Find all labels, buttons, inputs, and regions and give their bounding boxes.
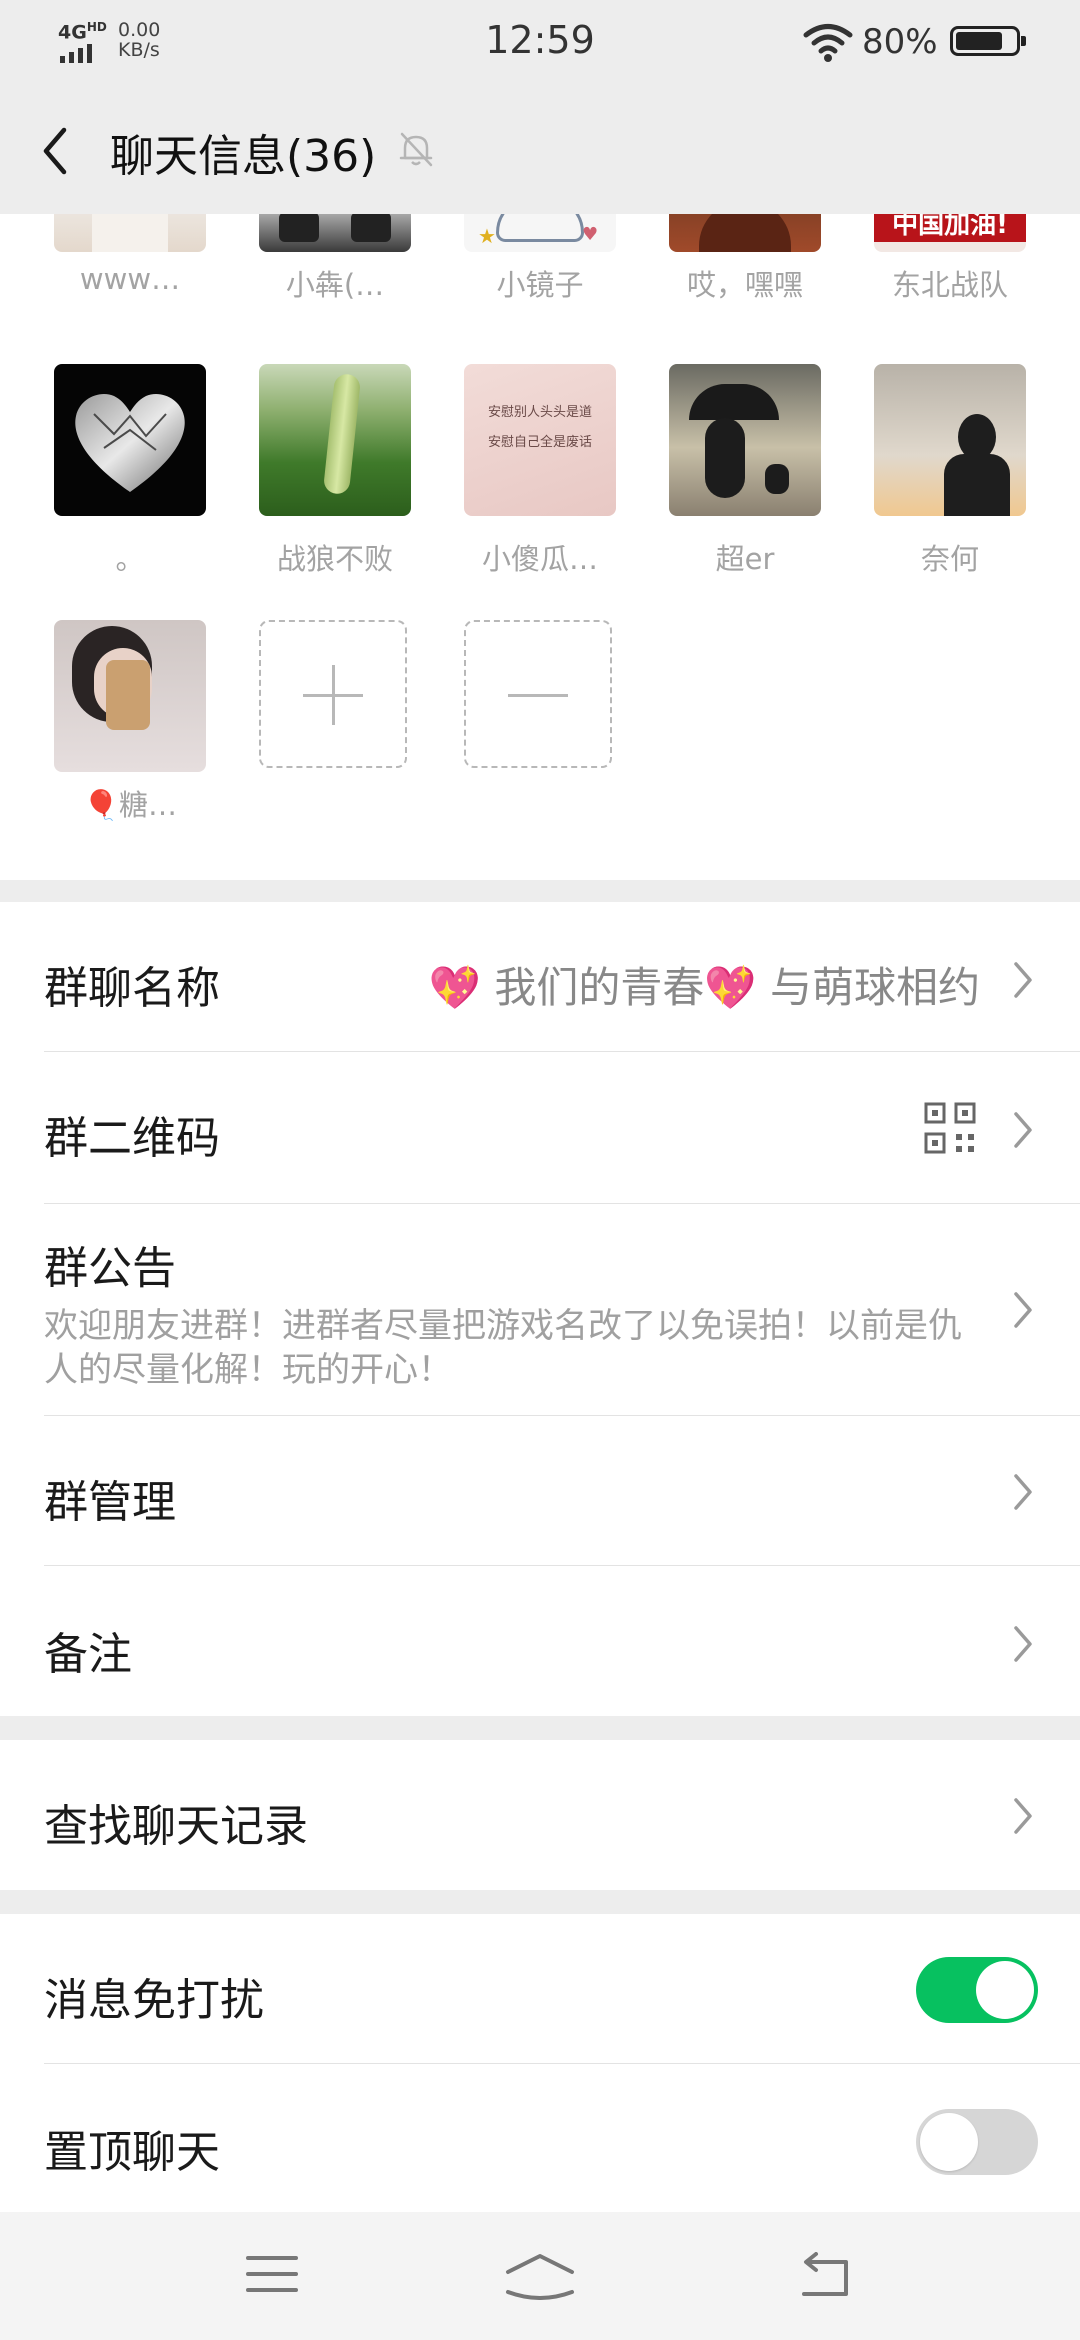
member-grid: www… 小犇(… ★ ♥ 小镜子 哎，嘿嘿 中国加油! 东北战队 。 战狼不败… [0,214,1080,880]
group-notice-label: 群公告 [44,1243,176,1294]
member-name: 。 [115,542,145,576]
avatar [259,214,411,252]
group-notice-text: 欢迎朋友进群！进群者尽量把游戏名改了以免误拍！以前是仇人的尽量化解！玩的开心！ [44,1306,962,1390]
avatar [54,620,206,772]
avatar: 安慰别人头头是道 安慰自己全是废话 [464,364,616,516]
member-name: 小镜子 [496,268,584,302]
member-name: 小犇(… [285,268,385,302]
toggle-knob [920,2113,978,2171]
remove-member-button[interactable] [464,620,612,768]
wifi-icon [803,24,853,62]
system-navigation-bar [0,2212,1080,2340]
back-button[interactable] [30,116,80,186]
chevron-right-icon [1014,962,1032,998]
group-manage-label: 群管理 [44,1477,176,1528]
avatar [669,214,821,252]
diamond-heart-image [75,394,185,492]
pin-toggle[interactable] [916,2109,1038,2175]
chevron-right-icon [1014,1292,1032,1328]
qrcode-label: 群二维码 [44,1113,220,1164]
group-notice-row[interactable]: 群公告 欢迎朋友进群！进群者尽量把游戏名改了以免误拍！以前是仇人的尽量化解！玩的… [0,1204,1080,1416]
home-icon[interactable] [504,2252,576,2300]
battery-percentage: 80% [862,22,938,62]
search-section: 查找聊天记录 [0,1740,1080,1890]
avatar [874,364,1026,516]
group-name-value: 💖 我们的青春💖 与萌球相约 [428,963,980,1012]
toggle-section: 消息免打扰 置顶聊天 [0,1914,1080,2212]
pin-label: 置顶聊天 [44,2127,220,2178]
battery-icon [950,26,1026,56]
group-name-row[interactable]: 群聊名称 💖 我们的青春💖 与萌球相约 [0,902,1080,1052]
member-name: 哎，嘿嘿 [686,268,803,302]
page-title: 聊天信息(36) [110,131,377,182]
member-name: 🎈糖… [82,788,178,822]
qr-code-icon [924,1102,976,1154]
avatar: ★ ♥ [464,214,616,252]
back-nav-icon[interactable] [796,2252,852,2300]
menu-icon[interactable] [246,2252,298,2296]
avatar-caption: 中国加油! [892,214,1008,240]
avatar [259,364,411,516]
pin-row: 置顶聊天 [0,2064,1080,2212]
mute-label: 消息免打扰 [44,1975,264,2026]
remark-label: 备注 [44,1629,132,1680]
avatar-caption: 安慰自己全是废话 [487,435,592,450]
group-name-label: 群聊名称 [44,963,220,1014]
member-name: 奈何 [920,542,979,576]
header: 聊天信息(36) [0,86,1080,214]
member-name: 东北战队 [891,268,1008,302]
toggle-knob [976,1961,1034,2019]
search-history-row[interactable]: 查找聊天记录 [0,1740,1080,1890]
group-settings-section: 群聊名称 💖 我们的青春💖 与萌球相约 群二维码 群公告 欢迎朋友进群！进群者尽… [0,902,1080,1716]
member-name: www… [79,262,181,296]
bell-off-icon [399,132,433,167]
member-name: 超er [715,542,775,576]
chevron-right-icon [1014,1112,1032,1148]
member-name: 小傻瓜… [481,542,598,576]
mute-toggle[interactable] [916,1957,1038,2023]
member-name: 战狼不败 [276,542,393,576]
avatar-caption: 安慰别人头头是道 [487,405,592,420]
search-history-label: 查找聊天记录 [44,1801,308,1852]
back-arrow-icon [43,127,67,175]
qrcode-row[interactable]: 群二维码 [0,1052,1080,1204]
battery-fill [956,32,1002,50]
chevron-right-icon [1014,1798,1032,1834]
chevron-right-icon [1014,1626,1032,1662]
avatar: 中国加油! [874,214,1026,252]
add-member-button[interactable] [259,620,407,768]
chevron-right-icon [1014,1474,1032,1510]
avatar [54,364,206,516]
avatar [54,214,206,252]
group-manage-row[interactable]: 群管理 [0,1416,1080,1566]
remark-row[interactable]: 备注 [0,1566,1080,1716]
avatar [669,364,821,516]
status-bar: 4GHD 0.00 KB/s 12:59 80% [0,0,1080,86]
mute-row: 消息免打扰 [0,1914,1080,2064]
